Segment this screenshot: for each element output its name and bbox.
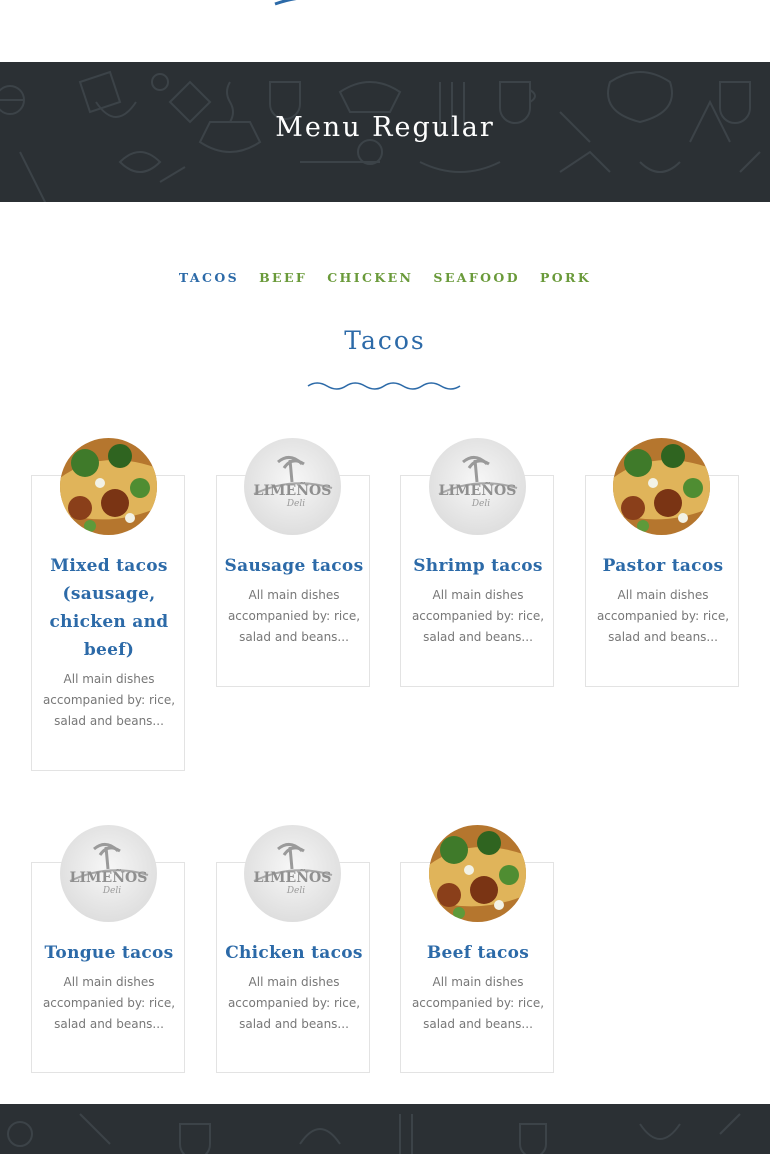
- menu-item-name: Tongue tacos: [44, 943, 174, 963]
- menu-item-description: All main dishes accompanied by: rice, sa…: [411, 975, 545, 1031]
- limenos-logo-image[interactable]: LIMEÑOS Deli: [244, 438, 341, 535]
- food-pattern-background: [7, 1113, 741, 1154]
- logo-brand-text: LIMEÑOS: [254, 867, 332, 886]
- menu-item-description: All main dishes accompanied by: rice, sa…: [227, 588, 361, 644]
- menu-item-name: Shrimp tacos: [413, 556, 543, 576]
- logo-sub-text: Deli: [286, 499, 305, 509]
- menu-item-description: All main dishes accompanied by: rice, sa…: [411, 588, 545, 644]
- menu-item-description: All main dishes accompanied by: rice, sa…: [42, 975, 176, 1031]
- dish-photo[interactable]: [613, 438, 710, 535]
- tab-chicken[interactable]: CHICKEN: [327, 270, 413, 285]
- section-title: Tacos: [344, 326, 426, 355]
- dish-photo[interactable]: [429, 825, 526, 922]
- tab-pork[interactable]: PORK: [540, 270, 591, 285]
- tab-tacos[interactable]: TACOS: [179, 270, 239, 285]
- limenos-logo-image[interactable]: LIMEÑOS Deli: [60, 825, 157, 922]
- logo-brand-text: LIMEÑOS: [439, 480, 517, 499]
- logo-brand-text: LIMEÑOS: [70, 867, 148, 886]
- menu-item-name: Pastor tacos: [602, 556, 724, 576]
- hero-banner: Menu Regular: [0, 62, 770, 202]
- category-tabs: TACOS BEEF CHICKEN SEAFOOD PORK: [0, 270, 770, 285]
- menu-item-name: Sausage tacos: [224, 556, 364, 576]
- logo-swoosh-icon: [274, 0, 297, 6]
- logo-sub-text: Deli: [471, 499, 490, 509]
- tab-seafood[interactable]: SEAFOOD: [433, 270, 520, 285]
- page-title: Menu Regular: [275, 112, 495, 143]
- logo-sub-text: Deli: [286, 886, 305, 896]
- logo-sub-text: Deli: [102, 886, 121, 896]
- wave-divider: [307, 382, 461, 390]
- limenos-logo-image[interactable]: LIMEÑOS Deli: [429, 438, 526, 535]
- menu-item-name: Beef tacos: [426, 943, 530, 963]
- dish-photo[interactable]: [60, 438, 157, 535]
- tab-beef[interactable]: BEEF: [259, 270, 307, 285]
- menu-item-description: All main dishes accompanied by: rice, sa…: [42, 672, 176, 728]
- menu-item-description: All main dishes accompanied by: rice, sa…: [227, 975, 361, 1031]
- menu-item-description: All main dishes accompanied by: rice, sa…: [596, 588, 730, 644]
- logo-brand-text: LIMEÑOS: [254, 480, 332, 499]
- menu-item-name: Mixed tacos (sausage, chicken and beef): [49, 556, 169, 660]
- menu-item-name: Chicken tacos: [225, 943, 363, 963]
- limenos-logo-image[interactable]: LIMEÑOS Deli: [244, 825, 341, 922]
- footer-band: [0, 1104, 770, 1154]
- site-header: [0, 0, 770, 62]
